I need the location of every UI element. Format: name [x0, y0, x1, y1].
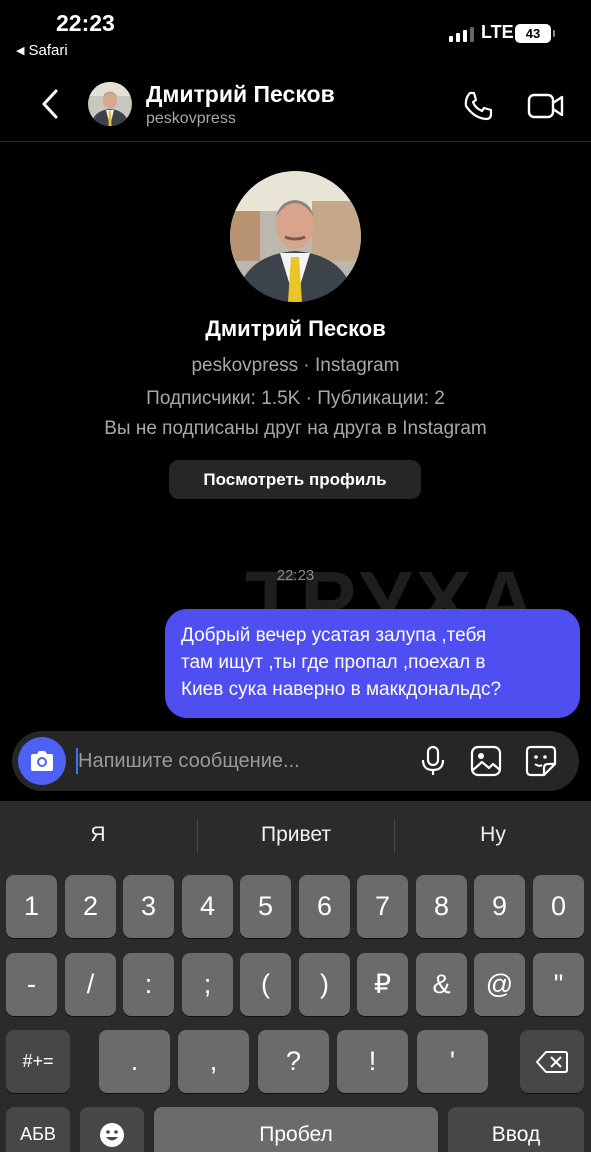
key[interactable]: 4 [182, 875, 233, 938]
phone-icon [464, 91, 493, 121]
suggestion[interactable]: Я [0, 823, 196, 847]
key[interactable]: ? [258, 1030, 329, 1093]
chat-header: Дмитрий Песков peskovpress [0, 70, 591, 142]
key[interactable]: ) [299, 953, 350, 1016]
suggestion[interactable]: Ну [395, 823, 591, 847]
key[interactable]: / [65, 953, 116, 1016]
key[interactable]: 5 [240, 875, 291, 938]
camera-button[interactable] [18, 737, 66, 785]
camera-icon [31, 751, 53, 771]
sticker-icon [525, 745, 557, 777]
battery-icon: 43 [515, 24, 555, 43]
network-label: LTE [481, 22, 514, 42]
gallery-icon [470, 745, 502, 777]
key[interactable]: " [533, 953, 584, 1016]
video-camera-icon [527, 93, 564, 119]
alphabet-mode-key[interactable]: АБВ [6, 1107, 70, 1152]
back-app-label: Safari [28, 42, 68, 59]
key[interactable]: 7 [357, 875, 408, 938]
emoji-icon [100, 1122, 124, 1147]
status-bar: 22:23 ◀ Safari LTE 43 [0, 0, 591, 66]
symbols-mode-key[interactable]: #+= [6, 1030, 70, 1093]
key[interactable]: 6 [299, 875, 350, 938]
backspace-key[interactable] [520, 1030, 584, 1093]
sticker-button[interactable] [523, 743, 559, 779]
backspace-icon [536, 1050, 568, 1073]
message-line: Добрый вечер усатая залупа ,тебя [181, 625, 487, 646]
voice-message-button[interactable] [415, 743, 451, 779]
enter-key[interactable]: Ввод [448, 1107, 584, 1152]
profile-name: Дмитрий Песков [205, 316, 386, 341]
key[interactable]: 2 [65, 875, 116, 938]
status-time: 22:23 [56, 10, 115, 36]
message-line: Киев сука наверно в маккдональдс? [181, 679, 502, 700]
suggestion-bar: Я Привет Ну [0, 801, 591, 873]
key[interactable]: ! [337, 1030, 408, 1093]
message-input[interactable] [78, 741, 398, 781]
header-name[interactable]: Дмитрий Песков [146, 81, 335, 108]
message-composer [12, 731, 579, 791]
view-profile-button[interactable]: Посмотреть профиль [169, 460, 421, 499]
key[interactable]: , [178, 1030, 249, 1093]
key[interactable]: 9 [474, 875, 525, 938]
header-avatar[interactable] [88, 82, 132, 126]
back-to-app-link[interactable]: ◀ Safari [16, 42, 68, 59]
gallery-button[interactable] [468, 743, 504, 779]
profile-relation: Вы не подписаны друг на друга в Instagra… [104, 418, 487, 439]
profile-stats: Подписчики: 1.5K · Публикации: 2 [146, 388, 445, 409]
key[interactable]: : [123, 953, 174, 1016]
key[interactable]: . [99, 1030, 170, 1093]
key[interactable]: ; [182, 953, 233, 1016]
key[interactable]: 1 [6, 875, 57, 938]
outgoing-message[interactable]: Добрый вечер усатая залупа ,тебя там ищу… [165, 609, 580, 718]
video-call-button[interactable] [524, 86, 568, 126]
key[interactable]: 0 [533, 875, 584, 938]
suggestion[interactable]: Привет [198, 823, 394, 847]
header-username[interactable]: peskovpress [146, 110, 236, 128]
key[interactable]: - [6, 953, 57, 1016]
key[interactable]: & [416, 953, 467, 1016]
message-timestamp: 22:23 [276, 567, 315, 584]
message-line: там ищут ,ты где пропал ,поехал в [181, 652, 486, 673]
key[interactable]: 8 [416, 875, 467, 938]
keyboard: Я Привет Ну 1 2 3 4 5 6 7 8 9 0 - / : ; … [0, 801, 591, 1152]
microphone-icon [421, 745, 445, 775]
back-chevron-icon [42, 89, 58, 119]
key[interactable]: ₽ [357, 953, 408, 1016]
emoji-key[interactable] [80, 1107, 144, 1152]
profile-subtitle: peskovpress · Instagram [191, 355, 400, 376]
back-button[interactable] [30, 84, 70, 124]
profile-avatar[interactable] [230, 171, 361, 302]
voice-call-button[interactable] [458, 86, 498, 126]
space-key[interactable]: Пробел [154, 1107, 438, 1152]
key[interactable]: @ [474, 953, 525, 1016]
key[interactable]: ( [240, 953, 291, 1016]
key[interactable]: ' [417, 1030, 488, 1093]
back-triangle-icon: ◀ [16, 45, 25, 57]
key[interactable]: 3 [123, 875, 174, 938]
signal-icon [449, 26, 474, 42]
